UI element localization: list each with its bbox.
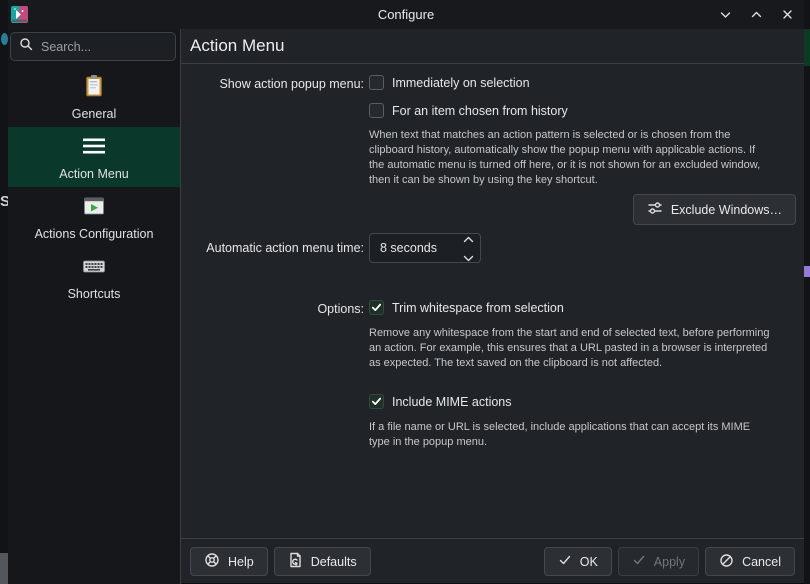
checkbox-label: Trim whitespace from selection (392, 301, 564, 315)
background-purple-fragment (804, 266, 810, 277)
checkbox-checked-icon[interactable] (369, 300, 384, 315)
sidebar-item-label: Shortcuts (68, 287, 121, 301)
spinbox-increment-button[interactable] (463, 230, 474, 248)
menu-time-spinbox[interactable]: 8 seconds (369, 233, 481, 263)
minimize-button[interactable] (716, 6, 734, 24)
popup-menu-label: Show action popup menu: (181, 75, 364, 93)
search-input[interactable] (41, 40, 167, 54)
options-label: Options: (181, 300, 364, 318)
apply-label: Apply (654, 555, 685, 569)
sidebar-item-general[interactable]: General (8, 67, 180, 127)
ok-button[interactable]: OK (544, 547, 612, 576)
configure-window: Configure (8, 0, 804, 584)
settings-form: Show action popup menu: Immediately on s… (181, 64, 804, 538)
search-icon (19, 37, 33, 56)
checkbox-trim-whitespace[interactable]: Trim whitespace from selection (369, 300, 564, 315)
page-title: Action Menu (190, 36, 285, 56)
checkbox-label: For an item chosen from history (392, 104, 568, 118)
trim-whitespace-hint: Remove any whitespace from the start and… (369, 326, 773, 371)
window-play-icon (82, 194, 106, 223)
spinbox-value[interactable]: 8 seconds (370, 241, 456, 255)
background-app-icon (1, 33, 8, 45)
checkbox-checked-icon[interactable] (369, 394, 384, 409)
cancel-label: Cancel (742, 555, 781, 569)
close-button[interactable] (778, 6, 796, 24)
checkbox-icon[interactable] (369, 103, 384, 118)
sliders-icon (647, 200, 663, 219)
defaults-label: Defaults (311, 555, 357, 569)
exclude-windows-label: Exclude Windows… (671, 203, 782, 217)
klipper-app-icon (11, 6, 28, 23)
keyboard-icon (82, 254, 106, 283)
apply-button[interactable]: Apply (618, 547, 699, 576)
sidebar-item-action-menu[interactable]: Action Menu (8, 127, 180, 187)
hamburger-menu-icon (82, 134, 106, 163)
popup-menu-hint: When text that matches an action pattern… (369, 128, 773, 188)
maximize-button[interactable] (747, 6, 765, 24)
titlebar[interactable]: Configure (8, 0, 804, 29)
clipboard-icon (82, 74, 106, 103)
ok-label: OK (580, 555, 598, 569)
desktop-background-right (804, 0, 810, 584)
checkbox-immediately-on-selection[interactable]: Immediately on selection (369, 75, 530, 90)
document-revert-icon (288, 552, 303, 571)
help-lifebuoy-icon (204, 552, 220, 571)
checkbox-label: Include MIME actions (392, 395, 512, 409)
checkbox-icon[interactable] (369, 75, 384, 90)
help-label: Help (228, 555, 254, 569)
exclude-windows-button[interactable]: Exclude Windows… (633, 194, 796, 225)
sidebar-item-label: Actions Configuration (35, 227, 154, 241)
page-header: Action Menu (181, 29, 804, 64)
dialog-button-bar: Help Defaults (181, 538, 804, 584)
window-title: Configure (8, 7, 804, 22)
checkbox-include-mime-actions[interactable]: Include MIME actions (369, 394, 512, 409)
check-icon (558, 553, 572, 570)
help-button[interactable]: Help (190, 547, 268, 576)
mime-actions-hint: If a file name or URL is selected, inclu… (369, 420, 773, 450)
sidebar-item-actions-configuration[interactable]: Actions Configuration (8, 187, 180, 247)
sidebar: General Action Menu (8, 29, 181, 584)
search-box[interactable] (10, 32, 176, 61)
checkbox-item-from-history[interactable]: For an item chosen from history (369, 103, 568, 118)
checkbox-label: Immediately on selection (392, 76, 530, 90)
sidebar-item-label: General (72, 107, 116, 121)
spinbox-decrement-button[interactable] (463, 249, 474, 267)
menu-time-label: Automatic action menu time: (181, 233, 364, 263)
desktop-background-left: S (0, 0, 8, 584)
defaults-button[interactable]: Defaults (274, 547, 371, 576)
background-panel (0, 553, 8, 584)
sidebar-item-label: Action Menu (59, 167, 128, 181)
background-green-fragment (804, 29, 810, 66)
check-icon (632, 553, 646, 570)
sidebar-item-shortcuts[interactable]: Shortcuts (8, 247, 180, 307)
cancel-slash-icon (719, 553, 734, 571)
cancel-button[interactable]: Cancel (705, 547, 795, 576)
